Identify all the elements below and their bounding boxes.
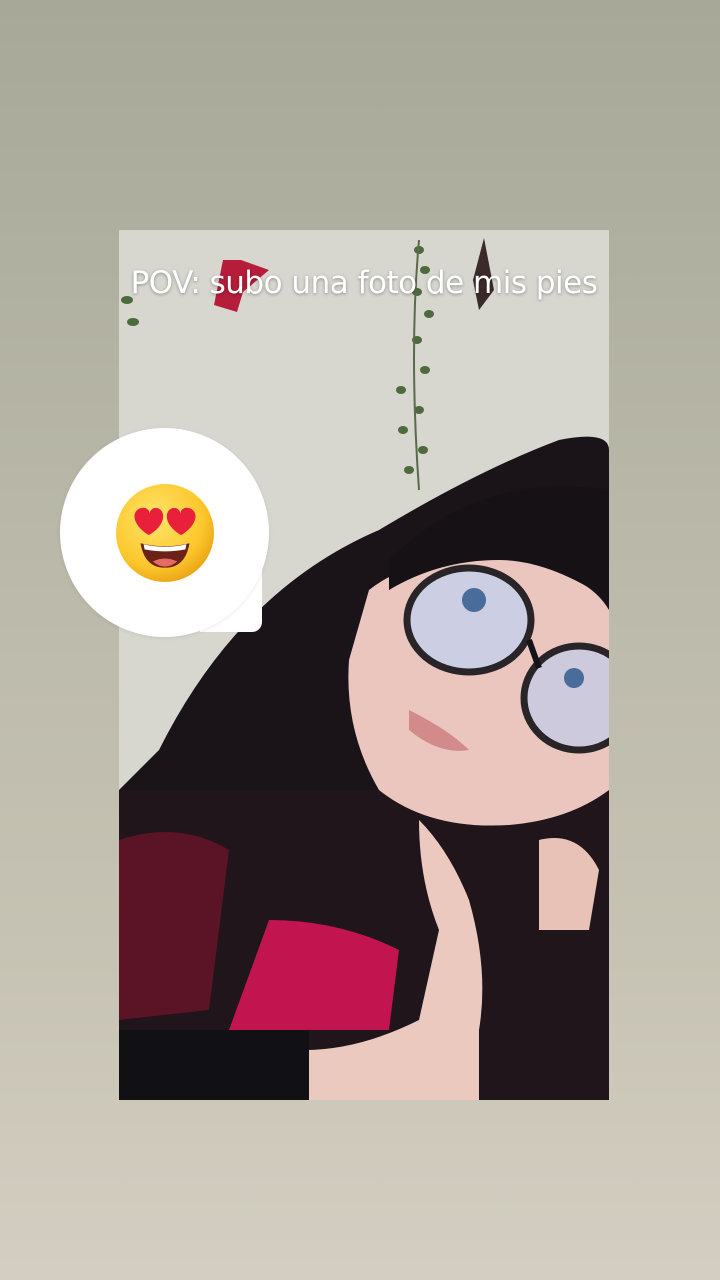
reaction-bubble[interactable] xyxy=(60,428,269,637)
story-photo xyxy=(119,230,609,1100)
selfie-image xyxy=(119,230,609,1100)
heart-eyes-emoji-icon xyxy=(115,483,214,582)
story-caption: POV: subo una foto de mis pies xyxy=(130,265,598,301)
